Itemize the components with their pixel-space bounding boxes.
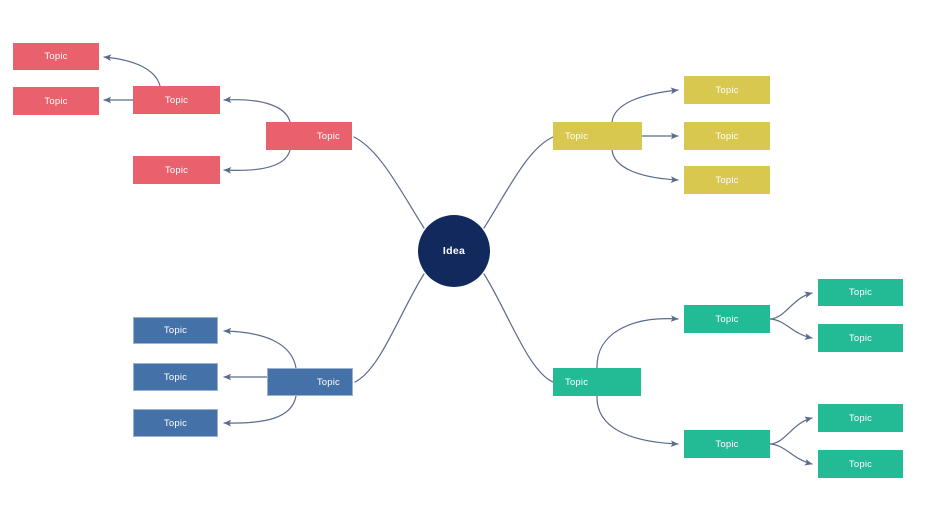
topic-node-r-g2[interactable]: Topic <box>13 87 99 115</box>
topic-node-label: Topic <box>44 51 68 62</box>
topic-node-label: Topic <box>565 130 589 142</box>
topic-node-label: Topic <box>163 417 188 429</box>
connector-e-center-blue <box>354 273 425 383</box>
topic-node-label: Topic <box>715 174 739 186</box>
topic-node-r-c1[interactable]: Topic <box>133 86 220 114</box>
topic-node-label: Topic <box>848 287 873 298</box>
topic-node-label: Topic <box>44 95 68 107</box>
topic-node-t-main[interactable]: Topic <box>553 368 641 396</box>
connector-e-t-c2-g4 <box>769 443 813 466</box>
topic-node-y-c1[interactable]: Topic <box>684 76 770 104</box>
topic-node-label: Topic <box>848 332 873 344</box>
topic-node-t-g3[interactable]: Topic <box>818 404 903 432</box>
topic-node-b-main[interactable]: Topic <box>267 368 353 396</box>
connector-e-b-main-c1 <box>223 327 297 369</box>
topic-node-t-g4[interactable]: Topic <box>818 450 903 478</box>
mind-map-canvas: Topic Topic Topic Topic Topic Topic Topic Topic… <box>0 0 936 521</box>
topic-node-label: Topic <box>715 438 739 450</box>
topic-node-y-c3[interactable]: Topic <box>684 166 770 194</box>
connector-e-r-main-c2 <box>223 149 291 174</box>
topic-node-b-c1[interactable]: Topic <box>133 317 218 344</box>
connector-e-r-main-c1 <box>223 96 291 123</box>
topic-node-label: Topic <box>715 313 739 325</box>
topic-node-b-c3[interactable]: Topic <box>133 409 218 437</box>
connector-e-t-main-c2 <box>596 395 679 448</box>
topic-node-t-c1[interactable]: Topic <box>684 305 770 333</box>
topic-node-label: Topic <box>715 84 739 96</box>
topic-node-label: Topic <box>848 412 873 424</box>
topic-node-label: Topic <box>316 130 340 142</box>
connector-e-t-main-c1 <box>596 315 679 369</box>
center-node-idea[interactable]: Idea <box>418 215 490 287</box>
topic-node-b-c2[interactable]: Topic <box>133 363 218 391</box>
topic-node-t-g2[interactable]: Topic <box>818 324 903 352</box>
connector-e-center-red <box>353 136 425 229</box>
topic-node-label: Topic <box>565 376 589 388</box>
topic-node-label: Topic <box>164 164 189 176</box>
connector-e-t-c1-g1 <box>769 291 813 320</box>
connector-e-b-main-c3 <box>223 395 297 427</box>
topic-node-label: Topic <box>163 325 188 336</box>
topic-node-t-g1[interactable]: Topic <box>818 279 903 306</box>
topic-node-y-main[interactable]: Topic <box>553 122 642 150</box>
topic-node-label: Topic <box>316 376 340 388</box>
connector-e-center-teal <box>483 273 554 383</box>
topic-node-label: Topic <box>164 94 189 106</box>
topic-node-r-g1[interactable]: Topic <box>13 43 99 70</box>
connector-e-t-c1-g2 <box>769 318 813 340</box>
topic-node-y-c2[interactable]: Topic <box>684 122 770 150</box>
connector-e-t-c2-g3 <box>769 416 813 445</box>
center-node-label: Idea <box>442 245 466 257</box>
topic-node-label: Topic <box>163 371 188 383</box>
connector-e-y-main-c3 <box>611 149 679 183</box>
topic-node-r-c2[interactable]: Topic <box>133 156 220 184</box>
connector-e-y-main-c1 <box>611 87 679 123</box>
topic-node-t-c2[interactable]: Topic <box>684 430 770 458</box>
connector-e-r-c1-g1 <box>103 54 161 87</box>
topic-node-r-main[interactable]: Topic <box>266 122 352 150</box>
topic-node-label: Topic <box>715 130 739 142</box>
connector-e-center-yellow <box>483 136 554 229</box>
topic-node-label: Topic <box>848 458 873 470</box>
